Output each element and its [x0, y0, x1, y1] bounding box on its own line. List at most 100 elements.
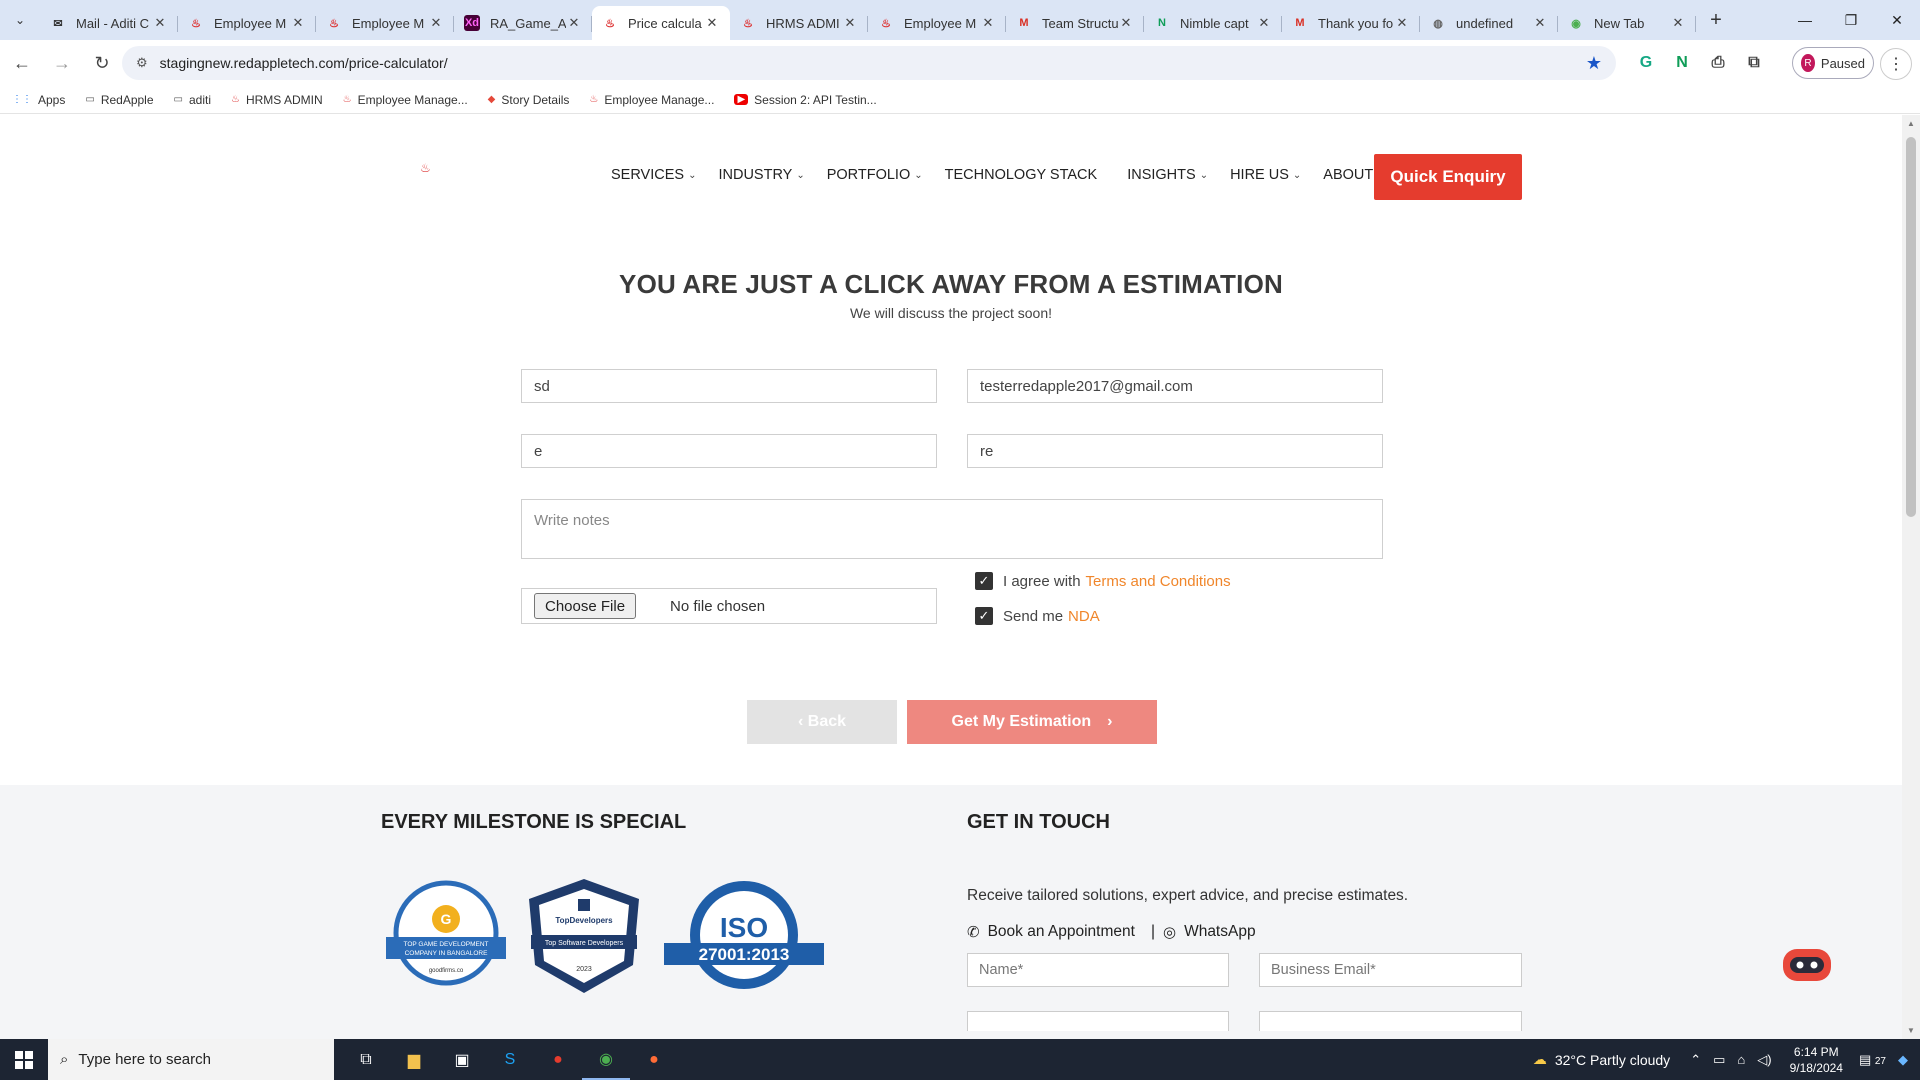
clock[interactable]: 6:14 PM 9/18/2024 [1790, 1044, 1843, 1076]
footer-email-field[interactable] [1259, 953, 1522, 987]
file-explorer-icon[interactable]: ▆ [390, 1039, 438, 1080]
meet-now-icon[interactable]: ▭ [1713, 1052, 1725, 1068]
tab-close-icon[interactable]: ✕ [566, 15, 582, 31]
skype-icon[interactable]: S [486, 1039, 534, 1080]
scroll-up-icon[interactable]: ▲ [1907, 119, 1915, 128]
nda-link[interactable]: NDA [1068, 608, 1100, 625]
bookmark-item[interactable]: ▶ Session 2: API Testin... [734, 93, 877, 107]
page-scrollbar[interactable]: ▲ ▼ [1902, 115, 1920, 1039]
tab-8[interactable]: N Nimble capt ✕ [1144, 6, 1282, 40]
postman-icon[interactable]: ● [630, 1039, 678, 1080]
tab-5[interactable]: ♨ HRMS ADMI ✕ [730, 6, 868, 40]
chevron-up-icon[interactable]: ⌃ [1690, 1052, 1701, 1068]
task-view-icon[interactable]: ⧉ [342, 1039, 390, 1080]
terms-checkbox[interactable]: ✓ [975, 572, 993, 590]
quick-enquiry-button[interactable]: Quick Enquiry [1374, 154, 1522, 200]
back-button[interactable]: ‹ Back [747, 700, 897, 744]
bookmark-item[interactable]: ♨ HRMS ADMIN [231, 93, 323, 107]
bookmark-item[interactable]: ⋮⋮ Apps [12, 93, 65, 107]
minimize-icon[interactable]: — [1782, 0, 1828, 40]
bookmark-item[interactable]: ◆ Story Details [488, 93, 570, 107]
address-bar[interactable]: ⚙ stagingnew.redappletech.com/price-calc… [122, 46, 1616, 80]
tab-close-icon[interactable]: ✕ [1394, 15, 1410, 31]
tab-close-icon[interactable]: ✕ [704, 15, 720, 31]
scroll-thumb[interactable] [1906, 137, 1916, 517]
bookmark-item[interactable]: ♨ Employee Manage... [589, 93, 714, 107]
chrome-icon[interactable]: ◉ [582, 1039, 630, 1080]
nav-item-hire-us[interactable]: HIRE US ⌄ [1230, 167, 1301, 183]
bookmark-item[interactable]: ▭ RedApple [85, 93, 153, 107]
tab-7[interactable]: M Team Structu ✕ [1006, 6, 1144, 40]
bookmark-label: Story Details [501, 92, 570, 107]
tab-close-icon[interactable]: ✕ [842, 15, 858, 31]
nav-item-portfolio[interactable]: PORTFOLIO ⌄ [827, 167, 923, 183]
notes-textarea[interactable] [521, 499, 1383, 559]
notification-icon[interactable]: ▤ 27 [1859, 1052, 1886, 1068]
back-arrow-icon[interactable]: ← [4, 45, 40, 81]
windows-start-icon[interactable] [0, 1039, 48, 1080]
chatbot-icon[interactable] [1780, 945, 1834, 985]
network-icon[interactable]: ⌂ [1737, 1052, 1745, 1067]
bookmark-item[interactable]: ▭ aditi [174, 93, 211, 107]
tab-close-icon[interactable]: ✕ [152, 15, 168, 31]
tab-3[interactable]: Xd RA_Game_Ap ✕ [454, 6, 592, 40]
printer-icon[interactable]: ⎙ [1700, 54, 1736, 72]
appointment-link[interactable]: Book an Appointment [988, 923, 1135, 941]
tab-0[interactable]: ✉ Mail - Aditi C ✕ [40, 6, 178, 40]
tab-close-icon[interactable]: ✕ [980, 15, 996, 31]
nav-item-industry[interactable]: INDUSTRY ⌄ [718, 167, 804, 183]
company-field[interactable] [967, 434, 1383, 468]
taskbar-search[interactable]: ⌕ Type here to search [48, 1039, 334, 1080]
weather-widget[interactable]: ☁ 32°C Partly cloudy [1533, 1051, 1670, 1068]
iso-badge: ISO 27001:2013 [664, 881, 824, 989]
tab-9[interactable]: M Thank you fo ✕ [1282, 6, 1420, 40]
tab-close-icon[interactable]: ✕ [1670, 15, 1686, 31]
whatsapp-link[interactable]: WhatsApp [1184, 923, 1256, 941]
tab-close-icon[interactable]: ✕ [1532, 15, 1548, 31]
tab-1[interactable]: ♨ Employee M ✕ [178, 6, 316, 40]
profile-button[interactable]: R Paused [1792, 47, 1874, 79]
terms-link[interactable]: Terms and Conditions [1086, 573, 1231, 590]
new-tab-button[interactable]: + [1700, 4, 1732, 36]
tab-close-icon[interactable]: ✕ [1256, 15, 1272, 31]
terminal-icon[interactable]: ▣ [438, 1039, 486, 1080]
phone-field[interactable] [521, 434, 937, 468]
forward-arrow-icon[interactable]: → [44, 45, 80, 81]
choose-file-button[interactable]: Choose File [534, 593, 637, 619]
get-estimation-button[interactable]: Get My Estimation › [907, 700, 1157, 744]
nda-checkbox[interactable]: ✓ [975, 607, 993, 625]
bookmark-item[interactable]: ♨ Employee Manage... [343, 93, 468, 107]
tab-10[interactable]: ◍ undefined ✕ [1420, 6, 1558, 40]
grammarly-icon[interactable]: G [1628, 54, 1664, 72]
scroll-down-icon[interactable]: ▼ [1907, 1026, 1915, 1035]
tab-close-icon[interactable]: ✕ [290, 15, 306, 31]
extensions-puzzle-icon[interactable]: ⧉ [1736, 54, 1772, 72]
site-info-icon[interactable]: ⚙ [136, 55, 148, 71]
footer-company-field[interactable] [1259, 1011, 1522, 1031]
copilot-icon[interactable]: ◆ [1898, 1052, 1908, 1068]
tab-close-icon[interactable]: ✕ [1118, 15, 1134, 31]
nav-item-services[interactable]: SERVICES ⌄ [611, 167, 696, 183]
nimble-extension-icon[interactable]: N [1664, 54, 1700, 72]
browser-menu-icon[interactable]: ⋮ [1880, 48, 1912, 80]
reload-icon[interactable]: ↻ [84, 45, 120, 81]
tab-4[interactable]: ♨ Price calcula ✕ [592, 6, 730, 40]
volume-icon[interactable]: ◁) [1757, 1052, 1771, 1068]
tab-search-icon[interactable]: ⌄ [0, 0, 40, 40]
close-window-icon[interactable]: ✕ [1874, 0, 1920, 40]
tab-close-icon[interactable]: ✕ [428, 15, 444, 31]
footer-name-field[interactable] [967, 953, 1229, 987]
site-logo[interactable]: ♨ [420, 161, 431, 175]
bookmark-star-icon[interactable]: ★ [1586, 53, 1602, 74]
taskbar-search-placeholder: Type here to search [78, 1051, 211, 1068]
redapple-app-icon[interactable]: ● [534, 1039, 582, 1080]
email-field[interactable] [967, 369, 1383, 403]
nav-item-insights[interactable]: INSIGHTS ⌄ [1127, 167, 1208, 183]
tab-6[interactable]: ♨ Employee M ✕ [868, 6, 1006, 40]
name-field[interactable] [521, 369, 937, 403]
tab-2[interactable]: ♨ Employee M ✕ [316, 6, 454, 40]
restore-icon[interactable]: ❐ [1828, 0, 1874, 40]
tab-11[interactable]: ◉ New Tab ✕ [1558, 6, 1696, 40]
nav-item-technology-stack[interactable]: TECHNOLOGY STACK [945, 167, 1098, 183]
footer-phone-field[interactable] [967, 1011, 1229, 1031]
